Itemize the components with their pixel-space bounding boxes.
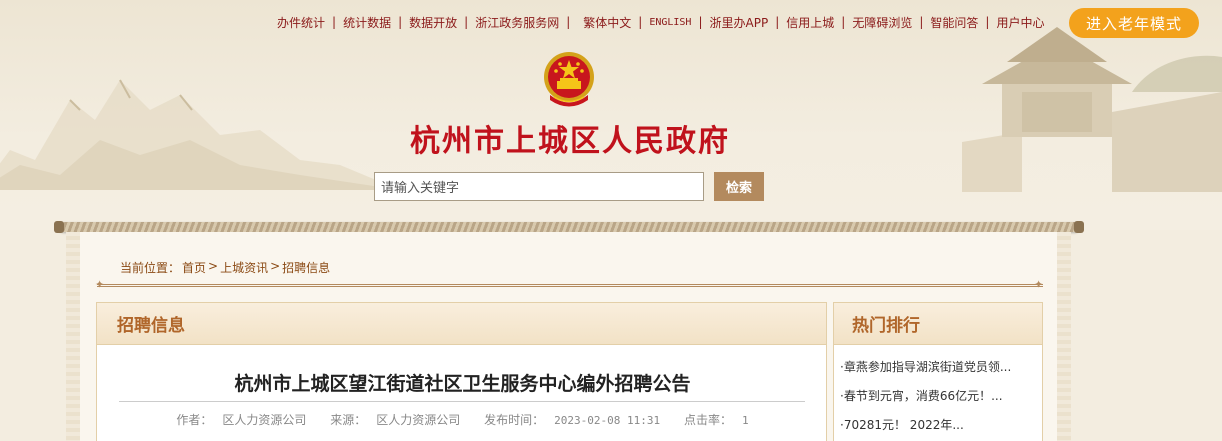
site-title: 杭州市上城区人民政府	[410, 124, 730, 159]
breadcrumb-news[interactable]: 上城资讯	[220, 259, 268, 276]
nav-item-traditional-chinese[interactable]: 繁体中文	[576, 14, 638, 31]
nav-item-statistics-data[interactable]: 统计数据	[336, 14, 398, 31]
divider-ornament-right: ✦	[1034, 278, 1044, 291]
nav-separator: |	[566, 15, 571, 29]
breadcrumb-recruitment[interactable]: 招聘信息	[282, 259, 330, 276]
hot-list-item[interactable]: ·春节到元宵，消费66亿元！...	[840, 382, 1036, 411]
top-navigation: 办件统计 | 统计数据 | 数据开放 | 浙江政务服务网 | 繁体中文 | EN…	[270, 8, 1051, 36]
nav-item-stats[interactable]: 办件统计	[270, 14, 332, 31]
search-button[interactable]: 检索	[714, 172, 764, 201]
hot-ranking-list: ·章燕参加指导湖滨街道党员领... ·春节到元宵，消费66亿元！... ·702…	[834, 345, 1042, 440]
article-panel-title: 招聘信息	[97, 303, 826, 345]
hot-ranking-title: 热门排行	[834, 303, 1042, 345]
source-value: 区人力资源公司	[376, 413, 461, 427]
hot-list-item[interactable]: ·70281元！ 2022年...	[840, 411, 1036, 440]
publish-date-label: 发布时间：	[484, 413, 545, 427]
breadcrumb-separator: >	[208, 259, 219, 273]
breadcrumb-prefix: 当前位置：	[120, 261, 181, 275]
publish-date-value: 2023-02-08 11:31	[554, 414, 661, 427]
click-count-value: 1	[741, 414, 749, 427]
article-title: 杭州市上城区望江街道社区卫生服务中心编外招聘公告	[234, 373, 691, 395]
author-value: 区人力资源公司	[222, 413, 307, 427]
breadcrumb: 当前位置： 首页 > 上城资讯 > 招聘信息	[120, 259, 330, 276]
source-label: 来源：	[330, 413, 367, 427]
nav-item-zhejiang-services[interactable]: 浙江政务服务网	[468, 14, 566, 31]
hot-ranking-panel: 热门排行 ·章燕参加指导湖滨街道党员领... ·春节到元宵，消费66亿元！...…	[833, 302, 1043, 441]
article-meta: 作者： 区人力资源公司 来源： 区人力资源公司 发布时间： 2023-02-08 11…	[97, 411, 828, 428]
section-divider	[97, 284, 1043, 287]
nav-item-smart-qa[interactable]: 智能问答	[923, 14, 985, 31]
nav-item-english[interactable]: ENGLISH	[642, 17, 698, 28]
national-emblem-icon	[544, 52, 594, 107]
hot-list-item[interactable]: ·章燕参加指导湖滨街道党员领...	[840, 353, 1036, 382]
breadcrumb-separator: >	[270, 259, 281, 273]
nav-item-open-data[interactable]: 数据开放	[402, 14, 464, 31]
scroll-roller-decoration	[54, 221, 1084, 233]
paper-edge-left	[66, 232, 80, 441]
nav-item-credit[interactable]: 信用上城	[779, 14, 841, 31]
article-panel: 招聘信息 杭州市上城区望江街道社区卫生服务中心编外招聘公告 作者： 区人力资源公司…	[96, 302, 827, 441]
author-label: 作者：	[176, 413, 213, 427]
nav-item-accessibility[interactable]: 无障碍浏览	[845, 14, 919, 31]
nav-item-user-center[interactable]: 用户中心	[989, 14, 1051, 31]
elder-mode-button[interactable]: 进入老年模式	[1069, 8, 1199, 38]
nav-item-zheliban-app[interactable]: 浙里办APP	[703, 14, 776, 31]
click-count-label: 点击率：	[683, 413, 732, 427]
search-input[interactable]: 请输入关键字	[374, 172, 704, 201]
search-placeholder: 请输入关键字	[381, 181, 460, 196]
paper-edge-right	[1057, 232, 1071, 441]
city-gate-illustration	[962, 27, 1222, 192]
breadcrumb-home[interactable]: 首页	[182, 259, 206, 276]
article-title-divider	[119, 401, 805, 402]
